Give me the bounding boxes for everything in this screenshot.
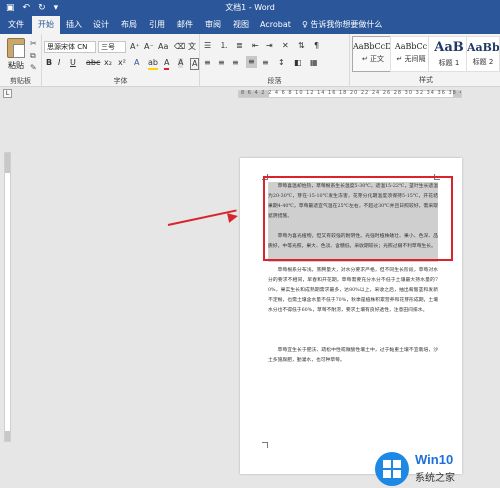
align-right-icon[interactable]: ≡	[232, 58, 239, 68]
annotation-arrow	[167, 209, 237, 226]
align-left-icon[interactable]: ≡	[204, 58, 211, 68]
underline-button[interactable]: U	[70, 58, 76, 68]
watermark-line-2: 系统之家	[415, 473, 455, 484]
font-group-label: 字体	[113, 77, 128, 85]
align-center-icon[interactable]: ≡	[218, 58, 225, 68]
vruler-margin-bottom	[5, 431, 10, 441]
tab-insert[interactable]: 插入	[66, 19, 82, 31]
tab-references[interactable]: 引用	[149, 19, 165, 31]
style-sample: AaBbCcDc	[353, 42, 397, 51]
font-color-icon[interactable]: A	[164, 58, 170, 70]
crop-mark-bottom-left	[262, 442, 268, 448]
shrink-font-icon[interactable]: A⁻	[144, 42, 154, 52]
grow-font-icon[interactable]: A⁺	[130, 42, 140, 52]
logo-pane	[393, 470, 401, 478]
tab-selector[interactable]: L	[3, 89, 12, 98]
watermark-line-1: Win10	[415, 452, 454, 467]
windows-logo-icon	[375, 452, 409, 486]
increase-indent-icon[interactable]: ⇥	[266, 41, 273, 51]
show-marks-icon[interactable]: ¶	[314, 41, 319, 51]
line-spacing-icon[interactable]: ↕	[278, 58, 285, 68]
style-name-text: 无间隔	[404, 55, 426, 63]
highlight-icon[interactable]: ab	[148, 58, 158, 70]
strikethrough-button[interactable]: abc	[86, 58, 100, 68]
style-name-text: 正文	[370, 55, 385, 63]
shading-icon[interactable]: ◧	[294, 58, 302, 68]
style-name: ↵ 无间隔	[396, 55, 426, 63]
italic-button[interactable]: I	[58, 58, 60, 68]
tab-file[interactable]: 文件	[8, 19, 24, 31]
multilevel-list-icon[interactable]: ≣	[236, 41, 243, 51]
style-sample: AaB	[434, 40, 464, 55]
cut-icon[interactable]: ✂	[30, 39, 37, 48]
ruler-numbers: 8 6 4 2 2 4 6 8 10 12 14 16 18 20 22 24 …	[241, 90, 461, 96]
logo-pane	[383, 470, 391, 478]
paragraph-4[interactable]: 草莓宜生长于肥沃、疏松中性或微酸性壤土中，过于黏重土壤不宜栽培，沙土多施腐肥，勤…	[268, 346, 438, 366]
tab-design[interactable]: 设计	[93, 19, 109, 31]
format-painter-icon[interactable]: ✎	[30, 63, 37, 72]
logo-pane	[393, 460, 401, 468]
styles-group-label: 样式	[419, 76, 433, 84]
distributed-icon[interactable]: ≡	[262, 58, 269, 68]
style-name: 标题 2	[472, 58, 494, 66]
style-sample: AaBbCc	[394, 42, 428, 51]
tab-layout[interactable]: 布局	[121, 19, 137, 31]
clipboard-group-label: 剪贴板	[10, 77, 31, 85]
text-effects-button[interactable]: A	[134, 58, 139, 68]
numbering-icon[interactable]: ⒈	[220, 41, 228, 51]
borders-icon[interactable]: ▦	[310, 58, 318, 68]
tell-me-box[interactable]: ♀ 告诉我你想要做什么	[302, 19, 382, 30]
ribbon: 粘贴 ✂ ⧉ ✎ 剪贴板 思源宋体 CN 三号 A⁺ A⁻ Aa ⌫ 文 B I…	[0, 34, 500, 87]
vertical-ruler[interactable]	[4, 152, 11, 442]
style-normal[interactable]: AaBbCcDc ↵ 正文	[352, 36, 397, 72]
style-heading-2[interactable]: AaBbC 标题 2	[466, 36, 500, 72]
ribbon-tabs: 文件 开始 插入 设计 布局 引用 邮件 审阅 视图 Acrobat ♀ 告诉我…	[0, 16, 500, 34]
subscript-button[interactable]: x₂	[104, 58, 112, 68]
paste-label: 粘贴	[8, 61, 24, 70]
style-name: 标题 1	[438, 59, 460, 67]
font-size-select[interactable]: 三号	[98, 41, 126, 53]
annotation-highlight-box	[263, 176, 453, 261]
ruler-bar: L 8 6 4 2 2 4 6 8 10 12 14 16 18 20 22 2…	[0, 88, 500, 100]
phonetic-guide-icon[interactable]: 文	[188, 42, 196, 52]
chinese-layout-icon[interactable]: ✕	[282, 41, 289, 51]
annotation-arrow-head	[227, 211, 239, 223]
clear-format-icon[interactable]: ⌫	[174, 42, 185, 52]
sort-icon[interactable]: ⇅	[298, 41, 305, 51]
style-name: ↵ 正文	[361, 55, 385, 63]
logo-pane	[383, 460, 391, 468]
tab-mailings[interactable]: 邮件	[177, 19, 193, 31]
change-case-icon[interactable]: Aa	[158, 42, 168, 52]
tab-home[interactable]: 开始	[32, 16, 60, 34]
vruler-margin-top	[5, 153, 10, 173]
paste-button[interactable]: 粘贴	[6, 38, 26, 71]
style-no-spacing[interactable]: AaBbCc ↵ 无间隔	[390, 36, 432, 72]
title-bar: ▣ ↶ ↻ ▾ 文档1 - Word	[0, 0, 500, 16]
tell-me-text: 告诉我你想要做什么	[310, 20, 383, 29]
superscript-button[interactable]: x²	[118, 58, 126, 68]
clipboard-group: 粘贴 ✂ ⧉ ✎ 剪贴板	[0, 34, 42, 87]
paragraph-group-label: 段落	[267, 77, 282, 85]
char-shading-icon[interactable]: A	[178, 58, 184, 68]
window-title: 文档1 - Word	[225, 3, 275, 12]
tab-acrobat[interactable]: Acrobat	[260, 19, 291, 31]
paragraph-3[interactable]: 草莓根系分布浅，蒸腾量大，对水分要求严格，但不同生长阶段，草莓对水分的要求不相同…	[268, 266, 438, 316]
font-name-select[interactable]: 思源宋体 CN	[44, 41, 96, 53]
bold-button[interactable]: B	[46, 58, 52, 68]
tab-review[interactable]: 审阅	[205, 19, 221, 31]
font-group: 思源宋体 CN 三号 A⁺ A⁻ Aa ⌫ 文 B I U abc x₂ x² …	[42, 34, 200, 87]
tab-view[interactable]: 视图	[233, 19, 249, 31]
horizontal-ruler[interactable]: 8 6 4 2 2 4 6 8 10 12 14 16 18 20 22 24 …	[238, 90, 462, 98]
decrease-indent-icon[interactable]: ⇤	[252, 41, 259, 51]
copy-icon[interactable]: ⧉	[30, 51, 36, 61]
paragraph-group: ☰ ⒈ ≣ ⇤ ⇥ ✕ ⇅ ¶ ≡ ≡ ≡ ≡ ≡ ↕ ◧ ▦ 段落	[200, 34, 350, 87]
styles-gallery: AaBbCcDc ↵ 正文 AaBbCc ↵ 无间隔 AaB 标题 1 AaBb…	[352, 36, 500, 74]
justify-icon[interactable]: ≡	[246, 56, 257, 68]
watermark-logo: Win10 系统之家	[375, 450, 499, 488]
clipboard-icon	[7, 38, 25, 58]
style-sample: AaBbC	[467, 41, 500, 54]
char-border-icon[interactable]: A	[190, 58, 200, 70]
style-heading-1[interactable]: AaB 标题 1	[428, 36, 470, 72]
bullets-icon[interactable]: ☰	[204, 41, 211, 51]
